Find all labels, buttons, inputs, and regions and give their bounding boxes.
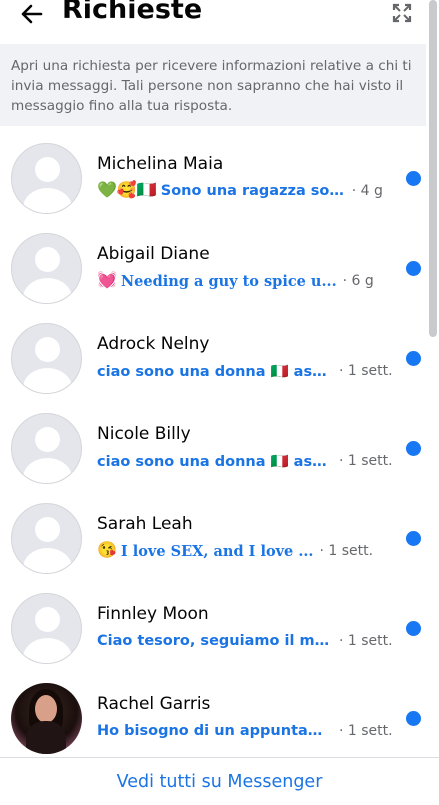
- message-emoji: 😘: [97, 542, 117, 559]
- message-time: · 1 sett.: [339, 723, 393, 739]
- request-row[interactable]: Michelina Maia 💚🥰🇮🇹 Sono una ragazza sola …: [0, 128, 428, 218]
- unread-dot: [406, 261, 421, 276]
- sender-name: Abigail Diane: [97, 244, 210, 264]
- avatar-head: [35, 337, 60, 362]
- unread-dot: [406, 351, 421, 366]
- see-all-in-messenger-link[interactable]: Vedi tutti su Messenger: [117, 772, 323, 792]
- sender-name: Finnley Moon: [97, 604, 209, 624]
- message-emoji: 💓: [97, 272, 117, 289]
- request-row[interactable]: Sarah Leah 😘 I love SEX, and I love ... · 1…: [0, 488, 428, 578]
- default-avatar-icon: [11, 593, 82, 664]
- message-time: · 1 sett.: [339, 453, 393, 469]
- avatar-head: [35, 247, 60, 272]
- message-snippet: I love SEX, and I love ...: [120, 542, 314, 560]
- avatar-photo: [11, 683, 82, 754]
- message-snippet: Needing a guy to spice u...: [120, 272, 337, 290]
- message-snippet: Ho bisogno di un appuntame...: [97, 723, 333, 739]
- default-avatar-icon: [11, 323, 82, 394]
- avatar-head: [35, 517, 60, 542]
- scrollbar[interactable]: [428, 0, 439, 760]
- sender-name: Nicole Billy: [97, 424, 191, 444]
- message-emoji: 💚🥰🇮🇹: [97, 182, 157, 199]
- avatar-shoulders: [23, 638, 72, 663]
- page-title: Richieste: [62, 0, 203, 25]
- sender-name: Michelina Maia: [97, 154, 224, 174]
- requests-info-notice: Apri una richiesta per ricevere informaz…: [0, 44, 426, 126]
- default-avatar-icon: [11, 143, 82, 214]
- unread-dot: [406, 531, 421, 546]
- message-time: · 6 g: [342, 273, 374, 289]
- message-snippet: ciao sono una donna 🇮🇹 asset...: [97, 453, 333, 470]
- unread-dot: [406, 441, 421, 456]
- message-preview-line: ciao sono una donna 🇮🇹 asset... · 1 sett.: [97, 360, 393, 382]
- request-row[interactable]: Adrock Nelny ciao sono una donna 🇮🇹 asset…: [0, 308, 428, 398]
- default-avatar-icon: [11, 413, 82, 484]
- avatar-head: [35, 607, 60, 632]
- message-preview-line: 💚🥰🇮🇹 Sono una ragazza sola ... · 4 g: [97, 180, 383, 202]
- avatar-shoulders: [23, 548, 72, 573]
- avatar-shoulders: [23, 188, 72, 213]
- message-time: · 1 sett.: [319, 543, 374, 559]
- message-preview-line: Ciao tesoro, seguiamo il mio li... · 1 se…: [97, 630, 393, 652]
- default-avatar-icon: [11, 503, 82, 574]
- message-snippet: ciao sono una donna 🇮🇹 asset...: [97, 363, 333, 380]
- message-time: · 1 sett.: [339, 363, 393, 379]
- message-snippet: Ciao tesoro, seguiamo il mio li...: [97, 633, 333, 649]
- default-avatar-icon: [11, 233, 82, 304]
- request-row[interactable]: Finnley Moon Ciao tesoro, seguiamo il mio…: [0, 578, 428, 668]
- avatar-body: [26, 721, 66, 754]
- message-request-list: Michelina Maia 💚🥰🇮🇹 Sono una ragazza sola …: [0, 128, 428, 758]
- message-preview-line: Ho bisogno di un appuntame... · 1 sett.: [97, 720, 393, 742]
- sender-name: Rachel Garris: [97, 694, 211, 714]
- sender-name: Sarah Leah: [97, 514, 193, 534]
- expand-icon: [392, 3, 412, 23]
- unread-dot: [406, 171, 421, 186]
- avatar-shoulders: [23, 368, 72, 393]
- unread-dot: [406, 621, 421, 636]
- request-row[interactable]: Nicole Billy ciao sono una donna 🇮🇹 asset…: [0, 398, 428, 488]
- footer: Vedi tutti su Messenger: [0, 757, 439, 805]
- avatar-shoulders: [23, 278, 72, 303]
- avatar-face: [35, 695, 57, 723]
- back-arrow-icon: [21, 4, 43, 24]
- message-time: · 1 sett.: [339, 633, 393, 649]
- request-row[interactable]: Rachel Garris Ho bisogno di un appuntame.…: [0, 668, 428, 758]
- header: Richieste: [0, 0, 439, 44]
- avatar-head: [35, 427, 60, 452]
- message-preview-line: 💓 Needing a guy to spice u... · 6 g: [97, 270, 374, 292]
- message-snippet: Sono una ragazza sola ...: [160, 183, 346, 199]
- back-button[interactable]: [14, 0, 50, 32]
- avatar-head: [35, 157, 60, 182]
- sender-name: Adrock Nelny: [97, 334, 210, 354]
- request-row[interactable]: Abigail Diane 💓 Needing a guy to spice u..…: [0, 218, 428, 308]
- unread-dot: [406, 711, 421, 726]
- message-time: · 4 g: [351, 183, 383, 199]
- message-preview-line: ciao sono una donna 🇮🇹 asset... · 1 sett.: [97, 450, 393, 472]
- avatar-shoulders: [23, 458, 72, 483]
- scrollbar-thumb[interactable]: [429, 0, 437, 337]
- expand-button[interactable]: [388, 0, 416, 26]
- message-preview-line: 😘 I love SEX, and I love ... · 1 sett.: [97, 540, 373, 562]
